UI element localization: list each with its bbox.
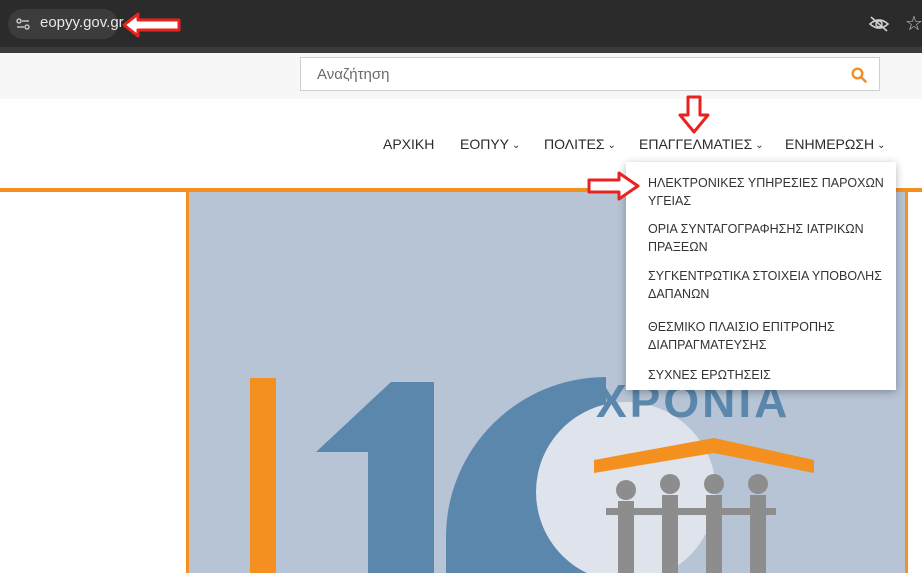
site-settings-icon[interactable] bbox=[16, 18, 30, 30]
banner-border-right bbox=[905, 192, 908, 573]
search-placeholder: Αναζήτηση bbox=[317, 66, 390, 83]
search-icon[interactable] bbox=[851, 67, 867, 83]
chevron-down-icon: ⌄ bbox=[755, 140, 764, 151]
banner-border-left bbox=[186, 192, 189, 573]
nav-item-label: ΕΟΠΥΥ bbox=[460, 136, 510, 152]
nav-item-news[interactable]: ΕΝΗΜΕΡΩΣΗ ⌄ bbox=[785, 136, 886, 152]
nav-item-label: ΕΠΑΓΓΕΛΜΑΤΙΕΣ bbox=[639, 136, 753, 152]
chevron-down-icon: ⌄ bbox=[877, 140, 886, 151]
url-text[interactable]: eopyy.gov.gr bbox=[40, 14, 124, 31]
professionals-dropdown-menu: ΗΛΕΚΤΡΟΝΙΚΕΣ ΥΠΗΡΕΣΙΕΣ ΠΑΡΟΧΩΝ ΥΓΕΙΑΣ ΟΡ… bbox=[626, 162, 896, 390]
nav-item-home[interactable]: ΑΡΧΙΚΗ bbox=[383, 136, 434, 152]
dropdown-item-expense-data[interactable]: ΣΥΓΚΕΝΤΡΩΤΙΚΑ ΣΤΟΙΧΕΙΑ ΥΠΟΒΟΛΗΣ ΔΑΠΑΝΩΝ bbox=[648, 267, 884, 303]
dropdown-item-prescription-limits[interactable]: ΟΡΙΑ ΣΥΝΤΑΓΟΓΡΑΦΗΣΗΣ ΙΑΤΡΙΚΩΝ ΠΡΑΞΕΩΝ bbox=[648, 220, 884, 256]
search-input[interactable]: Αναζήτηση bbox=[300, 57, 880, 91]
nav-item-label: ΕΝΗΜΕΡΩΣΗ bbox=[785, 136, 875, 152]
chevron-down-icon: ⌄ bbox=[607, 140, 616, 151]
annotation-arrow-down-icon bbox=[678, 95, 710, 134]
dropdown-item-negotiation-framework[interactable]: ΘΕΣΜΙΚΟ ΠΛΑΙΣΙΟ ΕΠΙΤΡΟΠΗΣ ΔΙΑΠΡΑΓΜΑΤΕΥΣΗ… bbox=[648, 318, 884, 354]
bookmark-star-icon[interactable]: ☆ bbox=[905, 11, 922, 36]
nav-item-citizens[interactable]: ΠΟΛΙΤΕΣ ⌄ bbox=[544, 136, 616, 152]
annotation-arrow-left-icon bbox=[122, 12, 181, 38]
chevron-down-icon: ⌄ bbox=[512, 140, 521, 151]
banner-orange-bar bbox=[250, 378, 276, 573]
nav-item-label: ΑΡΧΙΚΗ bbox=[383, 136, 435, 152]
annotation-arrow-right-icon bbox=[587, 171, 640, 201]
nav-item-label: ΠΟΛΙΤΕΣ bbox=[544, 136, 605, 152]
eye-off-icon[interactable] bbox=[868, 15, 890, 33]
banner-digit-one bbox=[316, 382, 434, 573]
dropdown-item-e-services[interactable]: ΗΛΕΚΤΡΟΝΙΚΕΣ ΥΠΗΡΕΣΙΕΣ ΠΑΡΟΧΩΝ ΥΓΕΙΑΣ bbox=[648, 174, 884, 210]
dropdown-item-faq[interactable]: ΣΥΧΝΕΣ ΕΡΩΤΗΣΕΙΣ bbox=[648, 366, 884, 384]
nav-item-professionals[interactable]: ΕΠΑΓΓΕΛΜΑΤΙΕΣ ⌄ bbox=[639, 136, 764, 152]
nav-item-eopyy[interactable]: ΕΟΠΥΥ ⌄ bbox=[460, 136, 520, 152]
